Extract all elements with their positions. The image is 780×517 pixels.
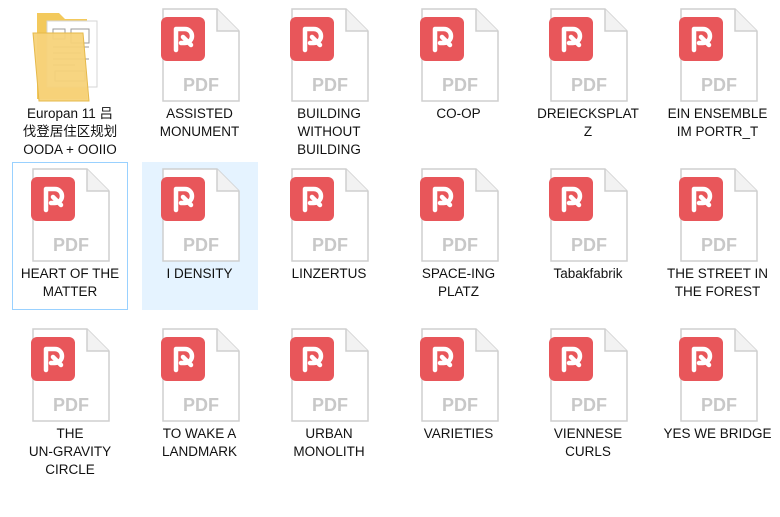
pdf-badge-text: PDF	[571, 395, 607, 415]
file-name-label: ASSISTED MONUMENT	[159, 106, 240, 139]
pdf-file-item[interactable]: PDF BUILDING WITHOUT BUILDING	[271, 2, 387, 157]
pdf-file-icon: PDF	[160, 7, 241, 103]
pdf-badge-text: PDF	[571, 235, 607, 255]
pdf-file-icon: PDF	[419, 167, 500, 263]
pdf-file-item[interactable]: PDF CO-OP	[401, 2, 517, 150]
file-name-label: LINZERTUS	[291, 266, 367, 281]
pdf-badge-text: PDF	[53, 235, 89, 255]
pdf-file-item[interactable]: PDF Tabakfabrik	[530, 162, 646, 310]
file-name-label: THE STREET IN THE FOREST	[666, 266, 768, 299]
pdf-file-item[interactable]: PDF LINZERTUS	[271, 162, 387, 310]
pdf-badge-text: PDF	[312, 395, 348, 415]
pdf-file-icon: PDF	[290, 7, 370, 103]
file-name-label: SPACE-ING PLATZ	[421, 266, 496, 299]
pdf-badge-text: PDF	[53, 395, 89, 415]
pdf-file-item[interactable]: PDF I DENSITY	[141, 162, 258, 310]
pdf-file-icon: PDF	[419, 7, 500, 103]
pdf-badge-text: PDF	[701, 235, 737, 255]
pdf-file-icon: PDF	[678, 7, 759, 103]
pdf-file-icon: PDF	[160, 327, 241, 423]
pdf-badge-text: PDF	[442, 75, 478, 95]
file-name-label: CO-OP	[436, 106, 481, 121]
pdf-file-item[interactable]: PDF THE STREET IN THE FOREST	[660, 162, 776, 310]
folder-icon	[31, 7, 111, 103]
pdf-badge-text: PDF	[183, 235, 219, 255]
file-name-label: TO WAKE A LANDMARK	[161, 426, 237, 459]
pdf-file-icon: PDF	[549, 7, 629, 103]
pdf-badge-text: PDF	[312, 235, 348, 255]
pdf-file-item[interactable]: PDF THE UN-GRAVITY CIRCLE	[12, 322, 128, 477]
file-name-label: THE UN-GRAVITY CIRCLE	[28, 426, 112, 477]
file-grid: Europan 11 吕 伐登居住区规划 OODA + OOIIO PDF ASS…	[0, 0, 780, 517]
file-name-label: BUILDING WITHOUT BUILDING	[297, 106, 361, 157]
file-name-label: DREIECKSPLATZ	[537, 106, 639, 139]
pdf-file-item[interactable]: PDF VARIETIES	[401, 322, 517, 470]
pdf-badge-text: PDF	[442, 235, 478, 255]
pdf-badge-text: PDF	[183, 395, 219, 415]
pdf-badge-text: PDF	[701, 395, 737, 415]
pdf-file-icon: PDF	[290, 167, 370, 263]
pdf-file-item[interactable]: PDF VIENNESE CURLS	[530, 322, 646, 470]
pdf-badge-text: PDF	[183, 75, 219, 95]
pdf-file-item[interactable]: PDF URBAN MONOLITH	[271, 322, 387, 470]
pdf-file-icon: PDF	[419, 327, 500, 423]
pdf-file-icon: PDF	[549, 167, 629, 263]
file-name-label: Europan 11 吕 伐登居住区规划 OODA + OOIIO	[22, 106, 118, 157]
file-name-label: VIENNESE CURLS	[553, 426, 623, 459]
pdf-badge-text: PDF	[571, 75, 607, 95]
pdf-file-icon: PDF	[678, 167, 759, 263]
pdf-file-item[interactable]: PDF TO WAKE A LANDMARK	[142, 322, 258, 470]
pdf-file-item[interactable]: PDF ASSISTED MONUMENT	[142, 2, 258, 150]
pdf-file-icon: PDF	[160, 167, 241, 263]
file-name-label: VARIETIES	[423, 426, 494, 441]
file-name-label: URBAN MONOLITH	[293, 426, 365, 459]
pdf-badge-text: PDF	[312, 75, 348, 95]
pdf-file-icon: PDF	[678, 327, 759, 423]
pdf-file-icon: PDF	[549, 327, 629, 423]
file-name-label: YES WE BRIDGE	[663, 426, 772, 441]
pdf-file-item[interactable]: PDF YES WE BRIDGE	[660, 322, 776, 470]
pdf-badge-text: PDF	[442, 395, 478, 415]
pdf-file-item[interactable]: PDF SPACE-ING PLATZ	[401, 162, 517, 310]
file-name-label: EIN ENSEMBLE IM PORTR_T	[667, 106, 768, 139]
file-name-label: I DENSITY	[166, 266, 233, 281]
file-name-label: Tabakfabrik	[553, 266, 623, 281]
pdf-file-icon: PDF	[290, 327, 370, 423]
pdf-file-item[interactable]: PDF EIN ENSEMBLE IM PORTR_T	[660, 2, 776, 150]
file-name-label: HEART OF THE MATTER	[20, 266, 120, 299]
pdf-file-item[interactable]: PDF DREIECKSPLATZ	[530, 2, 646, 150]
folder-item[interactable]: Europan 11 吕 伐登居住区规划 OODA + OOIIO	[12, 2, 128, 157]
pdf-file-icon: PDF	[31, 327, 111, 423]
pdf-badge-text: PDF	[701, 75, 737, 95]
pdf-file-item[interactable]: PDF HEART OF THE MATTER	[12, 162, 128, 310]
pdf-file-icon: PDF	[31, 167, 111, 263]
